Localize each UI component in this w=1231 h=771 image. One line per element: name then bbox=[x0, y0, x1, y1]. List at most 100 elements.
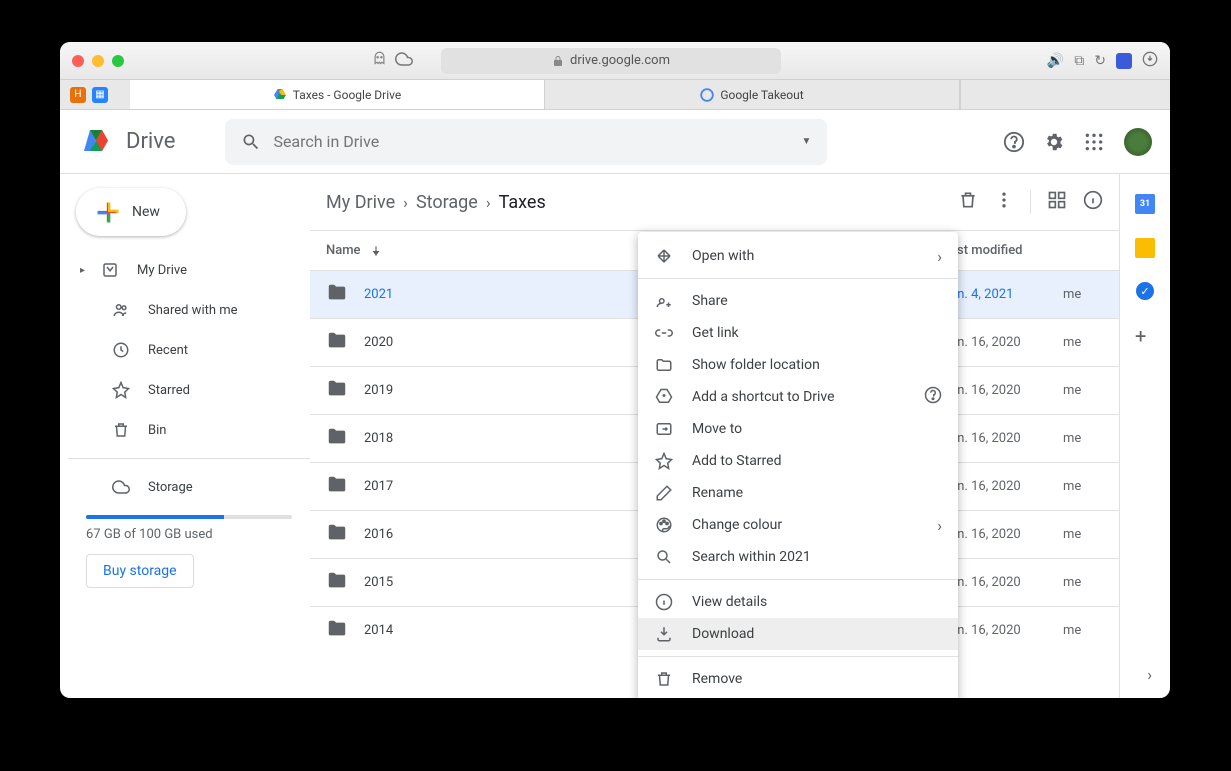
downloads-icon[interactable] bbox=[1142, 51, 1158, 71]
pip-icon[interactable]: ⧉ bbox=[1074, 53, 1084, 69]
browser-tab-bar: H ▦ Taxes - Google Drive Google Takeout bbox=[60, 80, 1170, 110]
modified-by: me bbox=[1063, 527, 1103, 542]
move-icon bbox=[654, 420, 674, 438]
sidebar-label: My Drive bbox=[137, 263, 187, 278]
menu-separator bbox=[638, 278, 958, 279]
menu-label: Open with bbox=[692, 248, 754, 264]
help-icon[interactable] bbox=[924, 386, 942, 408]
menu-label: Rename bbox=[692, 485, 743, 501]
password-manager-icon[interactable] bbox=[1116, 53, 1132, 69]
sidebar-item-starred[interactable]: Starred bbox=[68, 370, 310, 410]
info-icon[interactable] bbox=[1083, 190, 1103, 214]
expand-icon[interactable]: ▸ bbox=[80, 265, 85, 276]
grid-view-icon[interactable] bbox=[1047, 190, 1067, 214]
tab-label: Google Takeout bbox=[720, 88, 803, 102]
menu-item-info[interactable]: View details bbox=[638, 586, 958, 618]
menu-label: Search within 2021 bbox=[692, 549, 811, 565]
more-icon[interactable] bbox=[994, 190, 1014, 214]
shortcut-icon bbox=[654, 388, 674, 406]
right-panel: 31 ✓ + bbox=[1120, 174, 1170, 698]
menu-label: Add to Starred bbox=[692, 453, 781, 469]
menu-item-rename[interactable]: Rename bbox=[638, 477, 958, 509]
menu-item-search[interactable]: Search within 2021 bbox=[638, 541, 958, 573]
folder-icon bbox=[326, 618, 348, 644]
menu-item-trash[interactable]: Remove bbox=[638, 663, 958, 695]
breadcrumb-2[interactable]: Taxes bbox=[499, 192, 546, 213]
modified-by: me bbox=[1063, 479, 1103, 494]
pinned-tab-2[interactable]: ▦ bbox=[92, 87, 108, 103]
add-addon-icon[interactable]: + bbox=[1135, 324, 1155, 344]
column-modified[interactable]: Last modified bbox=[943, 243, 1103, 258]
lock-icon bbox=[552, 55, 564, 67]
close-window-button[interactable] bbox=[72, 55, 84, 67]
apps-icon[interactable] bbox=[1082, 130, 1106, 154]
menu-item-shortcut[interactable]: Add a shortcut to Drive bbox=[638, 381, 958, 413]
keep-icon[interactable] bbox=[1135, 238, 1155, 258]
menu-item-folder[interactable]: Show folder location bbox=[638, 349, 958, 381]
open-icon bbox=[654, 247, 674, 265]
url-bar[interactable]: drive.google.com bbox=[441, 48, 781, 74]
menu-item-palette[interactable]: Change colour› bbox=[638, 509, 958, 541]
share-icon bbox=[654, 292, 674, 310]
cloud-icon[interactable] bbox=[395, 50, 413, 72]
breadcrumb-0[interactable]: My Drive bbox=[326, 192, 395, 213]
pinned-tab-1[interactable]: H bbox=[70, 87, 86, 103]
breadcrumb-1[interactable]: Storage bbox=[416, 192, 478, 213]
tasks-icon[interactable]: ✓ bbox=[1136, 282, 1154, 300]
calendar-icon[interactable]: 31 bbox=[1135, 194, 1155, 214]
folder-icon bbox=[326, 474, 348, 500]
menu-item-download[interactable]: Download bbox=[638, 618, 958, 650]
toolbar-right bbox=[958, 190, 1103, 214]
menu-separator bbox=[638, 579, 958, 580]
drive-favicon bbox=[273, 88, 287, 102]
menu-item-open[interactable]: Open with › bbox=[638, 240, 958, 272]
menu-item-link[interactable]: Get link bbox=[638, 317, 958, 349]
buy-storage-button[interactable]: Buy storage bbox=[86, 554, 194, 588]
browser-tab-takeout[interactable]: Google Takeout bbox=[545, 80, 960, 109]
settings-icon[interactable] bbox=[1042, 130, 1066, 154]
starred-icon bbox=[112, 381, 132, 399]
recent-icon bbox=[112, 341, 132, 359]
drive-logo[interactable] bbox=[76, 122, 116, 162]
menu-label: Get link bbox=[692, 325, 739, 341]
new-button[interactable]: New bbox=[76, 188, 186, 236]
browser-tab-drive[interactable]: Taxes - Google Drive bbox=[130, 80, 545, 109]
bin-icon bbox=[112, 421, 132, 439]
chevron-right-icon: › bbox=[937, 247, 942, 266]
app-name: Drive bbox=[126, 129, 175, 154]
support-icon[interactable] bbox=[1002, 130, 1026, 154]
info-icon bbox=[654, 593, 674, 611]
menu-label: Add a shortcut to Drive bbox=[692, 389, 835, 405]
trash-icon[interactable] bbox=[958, 190, 978, 214]
maximize-window-button[interactable] bbox=[112, 55, 124, 67]
star-icon bbox=[654, 452, 674, 470]
reload-icon[interactable]: ↻ bbox=[1094, 53, 1106, 69]
modified-by: me bbox=[1063, 335, 1103, 350]
menu-item-share[interactable]: Share bbox=[638, 285, 958, 317]
search-box[interactable]: ▼ bbox=[225, 119, 827, 165]
menu-item-star[interactable]: Add to Starred bbox=[638, 445, 958, 477]
modified-date: Jan. 16, 2020 bbox=[943, 575, 1063, 590]
search-icon bbox=[241, 132, 261, 152]
sidebar-item-bin[interactable]: Bin bbox=[68, 410, 310, 450]
modified-by: me bbox=[1063, 383, 1103, 398]
cloud-icon bbox=[112, 478, 132, 496]
search-options-icon[interactable]: ▼ bbox=[802, 136, 812, 147]
folder-icon bbox=[326, 570, 348, 596]
menu-item-move[interactable]: Move to bbox=[638, 413, 958, 445]
account-avatar[interactable] bbox=[1122, 126, 1154, 158]
sidebar-item-storage[interactable]: Storage bbox=[68, 467, 310, 507]
sidebar-item-mydrive[interactable]: ▸ My Drive bbox=[68, 250, 310, 290]
plus-icon bbox=[94, 198, 122, 226]
minimize-window-button[interactable] bbox=[92, 55, 104, 67]
audio-icon[interactable]: 🔊 bbox=[1047, 53, 1064, 69]
search-input[interactable] bbox=[273, 132, 789, 151]
modified-by: me bbox=[1063, 287, 1103, 302]
collapse-panel-icon[interactable]: › bbox=[1147, 665, 1152, 684]
modified-date: Jan. 16, 2020 bbox=[943, 527, 1063, 542]
rename-icon bbox=[654, 484, 674, 502]
ghost-icon[interactable] bbox=[372, 51, 387, 70]
sidebar-item-recent[interactable]: Recent bbox=[68, 330, 310, 370]
modified-date: Jan. 16, 2020 bbox=[943, 431, 1063, 446]
sidebar-item-shared[interactable]: Shared with me bbox=[68, 290, 310, 330]
